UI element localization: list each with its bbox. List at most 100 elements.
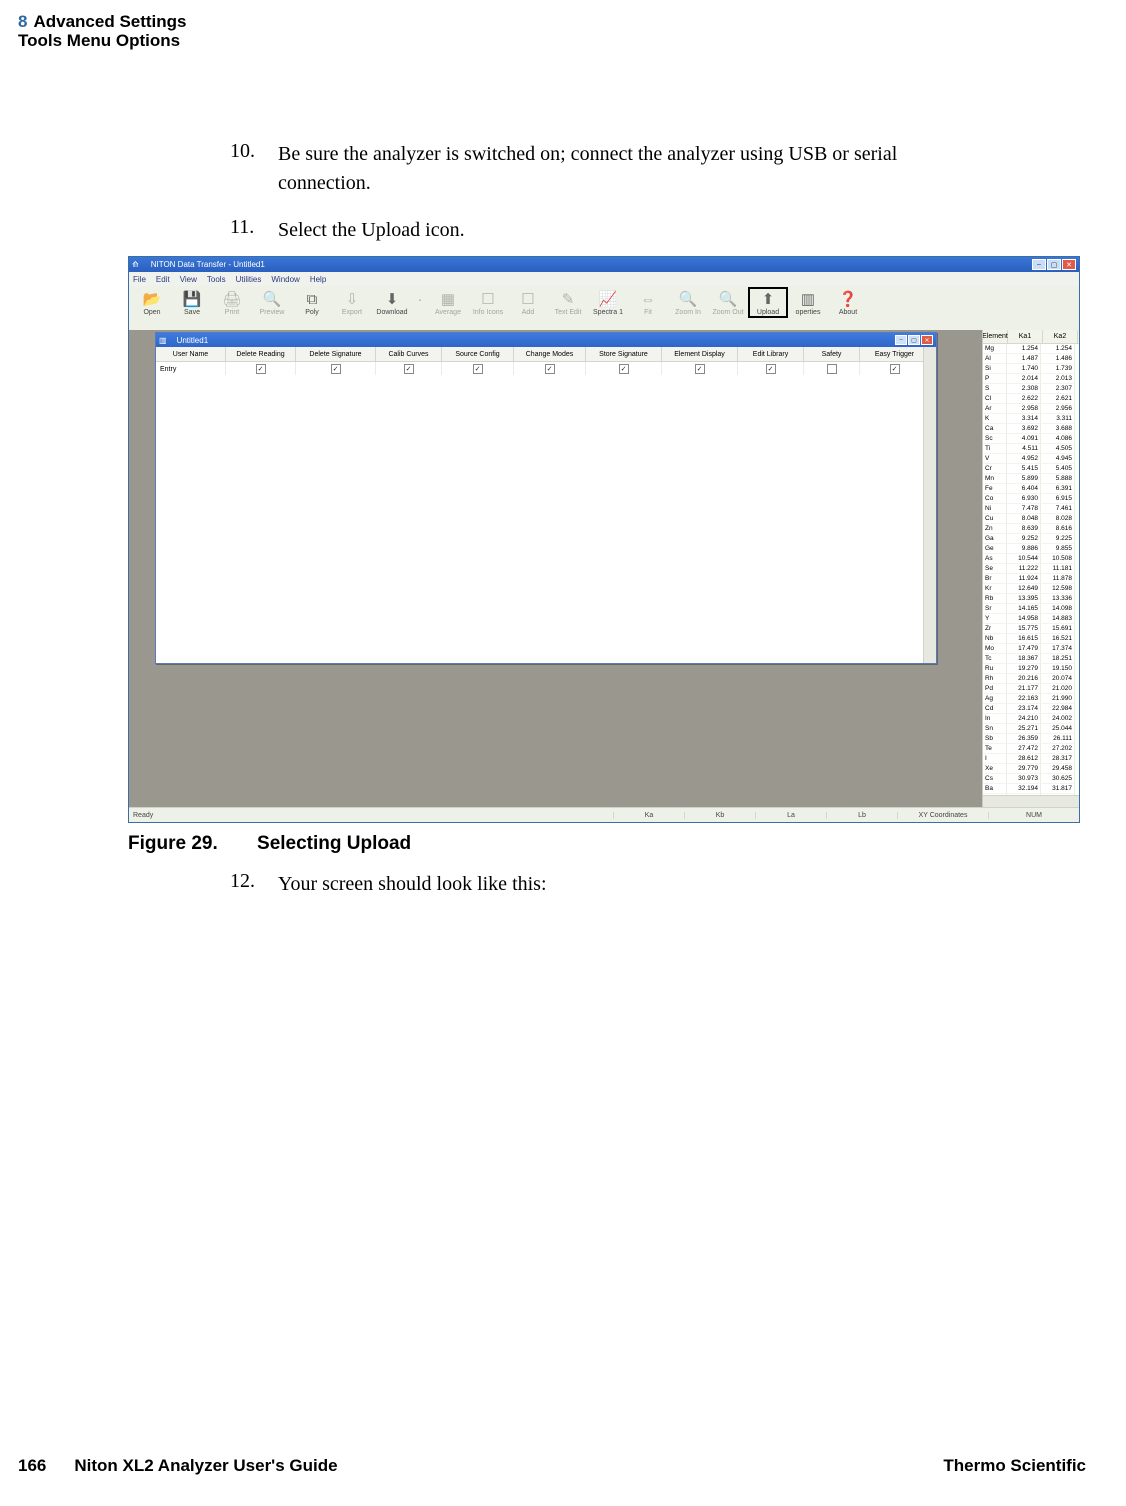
about-button[interactable]: ❓About (829, 288, 867, 317)
child-icon: ▥ (159, 336, 167, 345)
ka2-value: 12.598 (1041, 584, 1075, 594)
child-close-button[interactable]: ✕ (921, 335, 933, 345)
menu-utilities[interactable]: Utilities (236, 275, 262, 284)
open-button[interactable]: 📂Open (133, 288, 171, 317)
properties-button[interactable]: ▥operties (789, 288, 827, 317)
element-symbol: Rb (983, 594, 1007, 604)
poly-button[interactable]: ⧉Poly (293, 288, 331, 317)
column-header[interactable]: Store Signature (586, 347, 662, 361)
ka2-value: 21.020 (1041, 684, 1075, 694)
menu-file[interactable]: File (133, 275, 146, 284)
minimize-button[interactable]: – (1032, 259, 1046, 270)
toolbar-label: Upload (757, 309, 779, 316)
average-button: ▦Average (429, 288, 467, 317)
zoom-in-button: 🔍Zoom In (669, 288, 707, 317)
ka1-value: 2.308 (1007, 384, 1041, 394)
fit-icon: ⇔ (637, 289, 659, 309)
checkbox[interactable]: ✓ (619, 364, 629, 374)
element-symbol: Ni (983, 504, 1007, 514)
checkbox[interactable]: ✓ (545, 364, 555, 374)
close-button[interactable]: ✕ (1062, 259, 1076, 270)
column-header[interactable]: Safety (804, 347, 860, 361)
ka1-value: 24.210 (1007, 714, 1041, 724)
ka1-value: 26.359 (1007, 734, 1041, 744)
element-symbol: In (983, 714, 1007, 724)
element-symbol: Ag (983, 694, 1007, 704)
element-symbol: Cs (983, 774, 1007, 784)
checkbox[interactable] (827, 364, 837, 374)
element-row: Cl2.6222.621 (983, 394, 1079, 404)
column-header[interactable]: Easy Trigger (860, 347, 930, 361)
page-footer: 166 Niton XL2 Analyzer User's Guide Ther… (18, 1456, 1086, 1476)
element-row: Xe29.77929.458 (983, 764, 1079, 774)
ka2-value: 5.405 (1041, 464, 1075, 474)
add-button: ☐Add (509, 288, 547, 317)
checkbox[interactable]: ✓ (331, 364, 341, 374)
status-bar: Ready KaKbLaLb XY CoordinatesNUM (129, 807, 1079, 822)
element-symbol: Y (983, 614, 1007, 624)
ka2-value: 15.691 (1041, 624, 1075, 634)
poly-icon: ⧉ (301, 289, 323, 309)
element-symbol: Se (983, 564, 1007, 574)
ka1-value: 10.544 (1007, 554, 1041, 564)
vertical-scrollbar[interactable] (923, 347, 936, 663)
ka2-value: 2.013 (1041, 374, 1075, 384)
toolbar-label: Save (184, 309, 200, 316)
child-maximize-button[interactable]: ▢ (908, 335, 920, 345)
element-row: Ni7.4787.461 (983, 504, 1079, 514)
element-row: P2.0142.013 (983, 374, 1079, 384)
ka2-value: 19.150 (1041, 664, 1075, 674)
checkbox[interactable]: ✓ (256, 364, 266, 374)
ka2-value: 11.181 (1041, 564, 1075, 574)
spectra-button[interactable]: 📈Spectra 1 (589, 288, 627, 317)
upload-button[interactable]: ⬆Upload (749, 288, 787, 317)
column-header[interactable]: Delete Reading (226, 347, 296, 361)
cell: ✓ (226, 362, 296, 376)
ka1-value: 6.930 (1007, 494, 1041, 504)
element-symbol: Nb (983, 634, 1007, 644)
checkbox[interactable]: ✓ (766, 364, 776, 374)
column-header[interactable]: Edit Library (738, 347, 804, 361)
element-symbol: Pd (983, 684, 1007, 694)
ka1-value: 2.622 (1007, 394, 1041, 404)
element-symbol: Sb (983, 734, 1007, 744)
column-header[interactable]: User Name (156, 347, 226, 361)
column-header[interactable]: Element Display (662, 347, 738, 361)
element-row: Te27.47227.202 (983, 744, 1079, 754)
step-12: 12. Your screen should look like this: (230, 870, 990, 899)
average-icon: ▦ (437, 289, 459, 309)
child-header-row: User NameDelete ReadingDelete SignatureC… (156, 347, 936, 362)
menu-window[interactable]: Window (271, 275, 299, 284)
toolbar-label: Add (522, 309, 534, 316)
save-button[interactable]: 💾Save (173, 288, 211, 317)
menu-edit[interactable]: Edit (156, 275, 170, 284)
menu-help[interactable]: Help (310, 275, 326, 284)
element-row: Sn25.27125.044 (983, 724, 1079, 734)
text-edit-button: ✎Text Edit (549, 288, 587, 317)
column-header[interactable]: Change Modes (514, 347, 586, 361)
info-icon-icon: ☐ (477, 289, 499, 309)
ka2-value: 2.621 (1041, 394, 1075, 404)
step-10: 10. Be sure the analyzer is switched on;… (230, 140, 990, 198)
cell: ✓ (662, 362, 738, 376)
status-cell: La (755, 812, 826, 819)
download-button[interactable]: ⬇Download (373, 288, 411, 317)
element-row: Co6.9306.915 (983, 494, 1079, 504)
child-minimize-button[interactable]: – (895, 335, 907, 345)
checkbox[interactable]: ✓ (695, 364, 705, 374)
ka1-value: 29.779 (1007, 764, 1041, 774)
ka1-value: 6.404 (1007, 484, 1041, 494)
menu-tools[interactable]: Tools (207, 275, 226, 284)
cell: ✓ (860, 362, 930, 376)
element-row: Mg1.2541.254 (983, 344, 1079, 354)
preview-button: 🔍Preview (253, 288, 291, 317)
menu-view[interactable]: View (180, 275, 197, 284)
checkbox[interactable]: ✓ (404, 364, 414, 374)
column-header[interactable]: Source Config (442, 347, 514, 361)
zoom-in-icon: 🔍 (677, 289, 699, 309)
maximize-button[interactable]: ▢ (1047, 259, 1061, 270)
column-header[interactable]: Delete Signature (296, 347, 376, 361)
checkbox[interactable]: ✓ (890, 364, 900, 374)
checkbox[interactable]: ✓ (473, 364, 483, 374)
column-header[interactable]: Calib Curves (376, 347, 442, 361)
